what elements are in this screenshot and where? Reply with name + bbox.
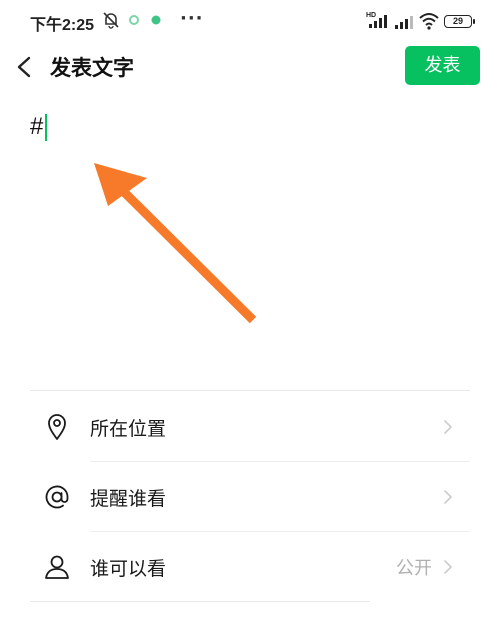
app-dot-icon [151,15,161,25]
publish-button[interactable]: 发表 [405,46,480,85]
battery-icon: 29 [444,15,475,28]
option-visibility[interactable]: 谁可以看 公开 [30,532,470,602]
post-text-input[interactable]: # [30,113,470,363]
chevron-right-icon [444,560,452,574]
back-button[interactable] [10,50,40,84]
option-label: 谁可以看 [90,558,167,580]
chevron-left-icon [17,56,31,78]
section-divider [30,390,470,391]
app-dot-icon [129,15,139,25]
svg-text:HD: HD [366,12,376,19]
section-divider [30,601,370,602]
page-title: 发表文字 [50,56,134,80]
option-mention[interactable]: 提醒谁看 [30,462,470,532]
status-bar: 下午2:25 ··· HD 29 [0,0,500,40]
chevron-right-icon [444,490,452,504]
location-pin-icon [48,414,66,440]
option-label: 提醒谁看 [90,488,167,510]
bell-muted-icon [103,12,119,29]
more-dots: ··· [180,8,204,29]
at-sign-icon [45,485,69,509]
chevron-right-icon [444,420,452,434]
option-location[interactable]: 所在位置 [30,392,470,462]
visibility-value: 公开 [396,558,432,579]
status-time: 下午2:25 [30,17,95,34]
post-text-value: # [30,113,44,140]
person-icon [45,555,69,579]
header: 发表文字 发表 [0,40,500,94]
text-cursor [45,114,48,141]
option-label: 所在位置 [90,418,167,440]
hd-signal-icon: HD [366,12,387,28]
wifi-icon [419,13,439,30]
signal-icon [395,16,413,29]
